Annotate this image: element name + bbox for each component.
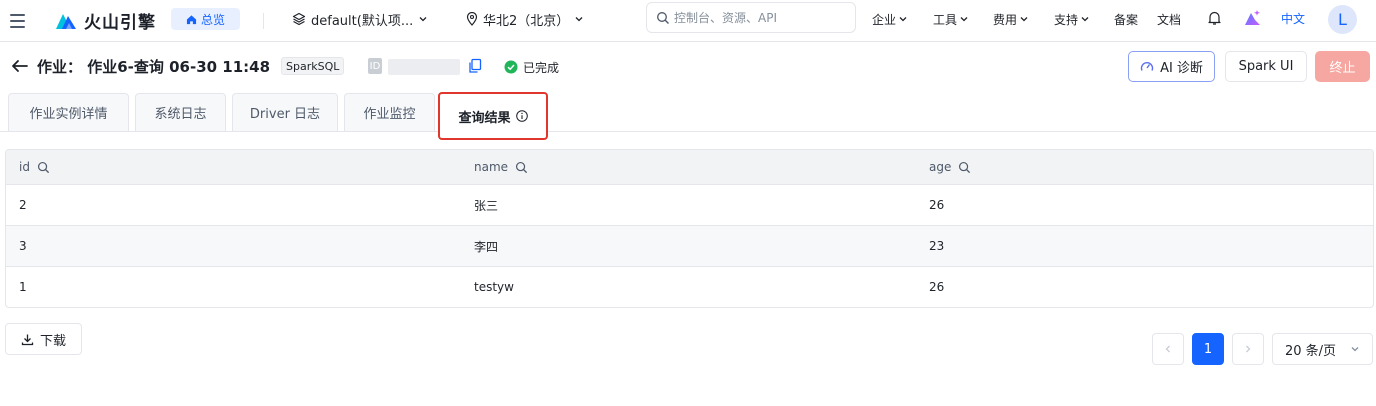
overview-label: 总览 bbox=[200, 12, 225, 27]
top-nav: 火山引擎 总览 default(默认项... 华北2（北京） 控制台、资源、AP… bbox=[0, 0, 1376, 42]
page-button-current[interactable]: 1 bbox=[1192, 333, 1224, 365]
table-cell: 3 bbox=[19, 239, 27, 253]
table-cell: testyw bbox=[474, 280, 514, 294]
chevron-down-icon bbox=[419, 17, 427, 22]
result-table: id name age 2 张三 26 3 李四 23 1 testyw 26 bbox=[5, 149, 1374, 308]
ai-assistant-icon[interactable] bbox=[1243, 8, 1262, 27]
table-header: id name age bbox=[6, 150, 1373, 184]
check-circle-icon bbox=[504, 60, 518, 74]
table-cell: 李四 bbox=[474, 239, 499, 254]
tab-query-result[interactable]: 查询结果 bbox=[438, 92, 548, 140]
job-id-redacted bbox=[388, 59, 460, 75]
column-id-label: id bbox=[19, 160, 30, 174]
page-title: 作业： 作业6-查询 06-30 11:48 bbox=[37, 57, 271, 76]
ai-diagnose-button[interactable]: AI 诊断 bbox=[1128, 51, 1215, 82]
table-row: 3 李四 23 bbox=[6, 225, 1373, 266]
stop-button[interactable]: 终止 bbox=[1315, 51, 1370, 82]
nav-support-label: 支持 bbox=[1054, 12, 1079, 27]
search-placeholder: 控制台、资源、API bbox=[674, 11, 777, 25]
table-cell: 张三 bbox=[474, 198, 499, 213]
info-icon bbox=[515, 110, 528, 122]
back-arrow-icon[interactable] bbox=[10, 56, 30, 76]
nav-enterprise[interactable]: 企业 bbox=[872, 9, 908, 29]
region-selector[interactable]: 华北2（北京） bbox=[466, 9, 584, 29]
download-icon bbox=[21, 334, 34, 345]
next-page-button[interactable] bbox=[1232, 333, 1264, 365]
project-selector[interactable]: default(默认项... bbox=[292, 9, 428, 29]
notification-bell-icon[interactable] bbox=[1207, 10, 1222, 26]
overview-button[interactable]: 总览 bbox=[171, 8, 240, 30]
page-size-select[interactable]: 20 条/页 bbox=[1272, 333, 1373, 365]
project-label: default(默认项... bbox=[311, 13, 414, 29]
chevron-down-icon bbox=[899, 17, 907, 22]
gauge-icon bbox=[1140, 61, 1154, 71]
download-button[interactable]: 下载 bbox=[5, 323, 82, 355]
language-switch[interactable]: 中文 bbox=[1281, 10, 1305, 27]
column-age-label: age bbox=[929, 160, 952, 174]
prev-page-button[interactable] bbox=[1152, 333, 1184, 365]
search-icon[interactable] bbox=[37, 161, 50, 174]
nav-billing-label: 费用 bbox=[993, 12, 1018, 27]
table-row: 1 testyw 26 bbox=[6, 266, 1373, 307]
spark-ui-button[interactable]: Spark UI bbox=[1225, 51, 1307, 82]
page-size-label: 20 条/页 bbox=[1285, 343, 1337, 359]
tab-job-monitor[interactable]: 作业监控 bbox=[344, 93, 435, 131]
nav-tools[interactable]: 工具 bbox=[933, 9, 969, 29]
chevron-left-icon bbox=[1165, 345, 1170, 353]
column-header-name: name bbox=[474, 150, 528, 184]
tab-query-result-label: 查询结果 bbox=[458, 110, 511, 126]
table-cell: 26 bbox=[929, 198, 945, 212]
job-type-tag: SparkSQL bbox=[281, 57, 345, 75]
search-icon bbox=[657, 11, 669, 24]
column-header-age: age bbox=[929, 150, 971, 184]
chevron-right-icon bbox=[1246, 345, 1251, 353]
chevron-down-icon bbox=[575, 17, 583, 22]
search-icon[interactable] bbox=[958, 161, 971, 174]
nav-support[interactable]: 支持 bbox=[1054, 9, 1090, 29]
copy-icon[interactable] bbox=[468, 58, 482, 74]
tab-system-log[interactable]: 系统日志 bbox=[135, 93, 226, 131]
search-icon[interactable] bbox=[515, 161, 528, 174]
chevron-down-icon bbox=[1351, 347, 1359, 352]
menu-icon[interactable] bbox=[8, 11, 26, 31]
table-cell: 1 bbox=[19, 280, 27, 294]
nav-divider bbox=[263, 13, 264, 29]
brand-name: 火山引擎 bbox=[84, 12, 156, 33]
nav-docs-label: 文档 bbox=[1157, 12, 1182, 27]
table-cell: 23 bbox=[929, 239, 945, 253]
nav-enterprise-label: 企业 bbox=[872, 12, 897, 27]
nav-filing-label: 备案 bbox=[1114, 12, 1139, 27]
nav-billing[interactable]: 费用 bbox=[993, 9, 1029, 29]
download-label: 下载 bbox=[39, 333, 66, 349]
column-name-label: name bbox=[474, 160, 509, 174]
location-pin-icon bbox=[466, 12, 478, 26]
avatar[interactable]: L bbox=[1328, 5, 1357, 34]
nav-docs[interactable]: 文档 bbox=[1157, 9, 1181, 29]
chevron-down-icon bbox=[960, 17, 968, 22]
status-badge: 已完成 bbox=[504, 58, 559, 76]
id-label: ID bbox=[368, 58, 382, 74]
layers-icon bbox=[292, 12, 306, 26]
nav-filing[interactable]: 备案 bbox=[1114, 9, 1138, 29]
volcano-logo-icon bbox=[56, 14, 76, 29]
chevron-down-icon bbox=[1020, 17, 1028, 22]
tab-instance-details[interactable]: 作业实例详情 bbox=[8, 93, 129, 131]
status-text: 已完成 bbox=[523, 60, 560, 75]
tab-driver-log[interactable]: Driver 日志 bbox=[232, 93, 338, 131]
table-row: 2 张三 26 bbox=[6, 184, 1373, 225]
table-cell: 2 bbox=[19, 198, 27, 212]
chevron-down-icon bbox=[1081, 17, 1089, 22]
region-label: 华北2（北京） bbox=[483, 13, 570, 29]
nav-tools-label: 工具 bbox=[933, 12, 958, 27]
global-search-input[interactable]: 控制台、资源、API bbox=[646, 2, 856, 33]
brand-logo[interactable]: 火山引擎 bbox=[54, 6, 156, 34]
ai-diagnose-label: AI 诊断 bbox=[1160, 61, 1203, 76]
home-icon bbox=[186, 14, 197, 24]
table-cell: 26 bbox=[929, 280, 945, 294]
tabs-divider bbox=[0, 131, 1376, 132]
column-header-id: id bbox=[19, 150, 50, 184]
